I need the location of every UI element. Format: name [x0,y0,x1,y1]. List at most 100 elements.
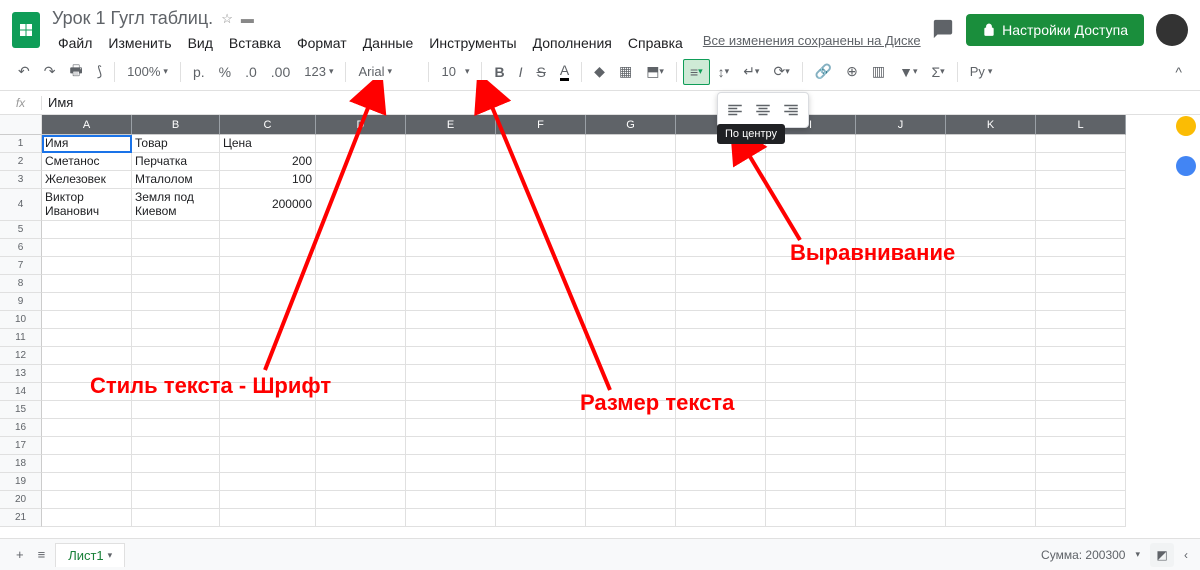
row-header[interactable]: 15 [0,401,42,419]
explore-button[interactable]: ◩ [1150,543,1174,567]
cell-b1[interactable]: Товар [132,135,220,153]
filter-button[interactable]: ▼▾ [893,60,923,84]
cell-c4[interactable]: 200000 [220,189,316,221]
row-header[interactable]: 6 [0,239,42,257]
undo-button[interactable]: ↶ [12,59,36,84]
percent-button[interactable]: % [213,60,237,84]
cell-a4[interactable]: Виктор Иванович [42,189,132,221]
row-header-2[interactable]: 2 [0,153,42,171]
row-header[interactable]: 9 [0,293,42,311]
align-left-icon[interactable] [722,97,748,123]
col-header-f[interactable]: F [496,115,586,135]
borders-button[interactable]: ▦ [613,59,638,84]
menu-view[interactable]: Вид [182,33,219,53]
decimal-more-button[interactable]: .00 [265,60,296,84]
row-header[interactable]: 16 [0,419,42,437]
align-right-icon[interactable] [778,97,804,123]
align-horizontal-button[interactable]: ≡▾ [683,59,710,85]
functions-button[interactable]: Σ▾ [926,60,951,84]
col-header-d[interactable]: D [316,115,406,135]
fill-color-button[interactable]: ◆ [588,59,611,84]
cell-a2[interactable]: Сметанос [42,153,132,171]
paint-format-button[interactable]: ⟆ [91,59,108,84]
saved-status[interactable]: Все изменения сохранены на Диске [703,33,921,53]
sum-status[interactable]: Сумма: 200300 [1041,548,1125,562]
folder-icon[interactable]: ▬ [241,11,254,26]
font-dropdown[interactable]: Arial▾ [352,60,422,83]
comments-icon[interactable] [932,18,954,43]
cell-a3[interactable]: Железовек [42,171,132,189]
keep-icon[interactable] [1176,116,1196,136]
menu-data[interactable]: Данные [357,33,420,53]
decimal-less-button[interactable]: .0 [239,60,263,84]
row-header[interactable]: 14 [0,383,42,401]
menu-edit[interactable]: Изменить [102,33,177,53]
row-header[interactable]: 17 [0,437,42,455]
redo-button[interactable]: ↷ [38,59,62,84]
menu-addons[interactable]: Дополнения [527,33,618,53]
row-header[interactable]: 8 [0,275,42,293]
print-button[interactable]: 🖶 [63,56,88,88]
col-header-e[interactable]: E [406,115,496,135]
row-header-3[interactable]: 3 [0,171,42,189]
font-size-dropdown[interactable]: 10▾ [435,60,475,83]
bold-button[interactable]: B [488,60,510,84]
merge-button[interactable]: ⬒▾ [640,59,670,84]
menu-file[interactable]: Файл [52,33,98,53]
sheet-tab-1[interactable]: Лист1 ▾ [55,543,125,567]
tasks-icon[interactable] [1176,156,1196,176]
row-header[interactable]: 18 [0,455,42,473]
row-header[interactable]: 19 [0,473,42,491]
strikethrough-button[interactable]: S [530,60,551,84]
formula-input[interactable]: Имя [42,95,1200,110]
col-header-a[interactable]: A [42,115,132,135]
add-sheet-button[interactable]: + [12,543,28,566]
doc-title[interactable]: Урок 1 Гугл таблиц. [52,8,213,29]
cell-a1[interactable]: Имя [42,135,132,153]
currency-button[interactable]: р. [187,60,211,84]
menu-tools[interactable]: Инструменты [423,33,522,53]
share-button[interactable]: Настройки Доступа [966,14,1144,46]
comment-button[interactable]: ⊕ [840,59,864,84]
chart-button[interactable]: ▥ [866,59,891,84]
row-header[interactable]: 11 [0,329,42,347]
sheets-logo[interactable] [12,12,40,48]
more-formats-button[interactable]: 123▾ [298,60,339,83]
side-panel-toggle[interactable]: ‹ [1184,548,1188,562]
zoom-dropdown[interactable]: 100%▾ [121,60,174,83]
cell-b2[interactable]: Перчатка [132,153,220,171]
menu-format[interactable]: Формат [291,33,353,53]
col-header-c[interactable]: C [220,115,316,135]
spellcheck-button[interactable]: Py▾ [964,60,999,83]
row-header-1[interactable]: 1 [0,135,42,153]
row-header[interactable]: 7 [0,257,42,275]
cell-b3[interactable]: Мталолом [132,171,220,189]
col-header-k[interactable]: K [946,115,1036,135]
menu-insert[interactable]: Вставка [223,33,287,53]
row-header-4[interactable]: 4 [0,189,42,221]
user-avatar[interactable] [1156,14,1188,46]
row-header[interactable]: 13 [0,365,42,383]
spreadsheet-grid[interactable]: A B C D E F G H I J K L 1 Имя Товар Цена… [0,115,1126,515]
col-header-j[interactable]: J [856,115,946,135]
text-rotation-button[interactable]: ⟳▾ [767,59,795,84]
italic-button[interactable]: I [513,60,529,84]
text-color-button[interactable]: A [554,58,575,85]
select-all-corner[interactable] [0,115,42,135]
row-header[interactable]: 21 [0,509,42,527]
text-wrap-button[interactable]: ↵▾ [737,59,765,84]
col-header-l[interactable]: L [1036,115,1126,135]
row-header[interactable]: 5 [0,221,42,239]
col-header-g[interactable]: G [586,115,676,135]
row-header[interactable]: 20 [0,491,42,509]
row-header[interactable]: 10 [0,311,42,329]
col-header-b[interactable]: B [132,115,220,135]
star-icon[interactable]: ☆ [221,11,233,27]
cell-c3[interactable]: 100 [220,171,316,189]
cell-b4[interactable]: Земля под Киевом [132,189,220,221]
cell-c1[interactable]: Цена [220,135,316,153]
align-vertical-button[interactable]: ↕▾ [712,60,736,84]
all-sheets-button[interactable]: ≡ [34,543,50,566]
cell-c2[interactable]: 200 [220,153,316,171]
link-button[interactable]: 🔗 [809,59,838,84]
